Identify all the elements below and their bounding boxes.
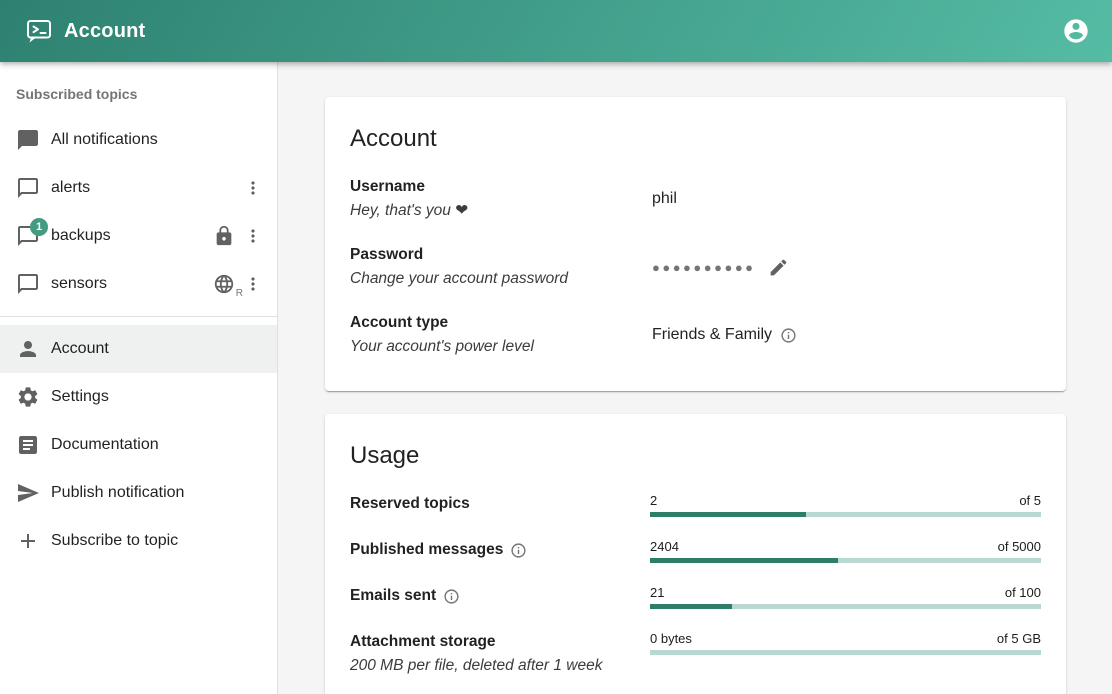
attachment-storage-subtitle: 200 MB per file, deleted after 1 week	[350, 654, 650, 678]
info-icon[interactable]	[443, 588, 460, 605]
edit-password-icon[interactable]	[768, 257, 789, 278]
username-row: Username Hey, that's you ❤ phil	[350, 175, 1041, 223]
account-type-subtitle: Your account's power level	[350, 335, 652, 359]
globe-read-only-icon: R	[213, 273, 235, 295]
emails-sent-value: 21	[650, 585, 664, 600]
sidebar-item-subscribe-to-topic[interactable]: Subscribe to topic	[0, 517, 277, 565]
app-window: Account Subscribed topics All notificati…	[0, 0, 1112, 694]
account-card-title: Account	[350, 125, 1041, 153]
topic-label: backups	[51, 227, 213, 245]
topic-label: alerts	[51, 179, 241, 197]
gear-icon	[16, 385, 40, 409]
sidebar: Subscribed topics All notifications aler…	[0, 62, 278, 694]
account-type-value: Friends & Family	[652, 326, 772, 344]
attachment-storage-value: 0 bytes	[650, 631, 692, 646]
topic-label: sensors	[51, 275, 213, 293]
sidebar-divider	[0, 316, 277, 317]
sidebar-item-documentation[interactable]: Documentation	[0, 421, 277, 469]
emails-sent-row: Emails sent 21 of 100	[350, 584, 1041, 609]
subscribed-topics-heading: Subscribed topics	[0, 86, 277, 102]
nav-label: Publish notification	[51, 484, 265, 502]
chat-bubble-filled-icon	[16, 128, 40, 152]
reserved-topics-row: Reserved topics 2 of 5	[350, 492, 1041, 517]
usage-card-title: Usage	[350, 442, 1041, 470]
sidebar-item-all-notifications[interactable]: All notifications	[0, 116, 277, 164]
main-content: Account Username Hey, that's you ❤ phil …	[278, 62, 1112, 694]
reserved-topics-value: 2	[650, 493, 657, 508]
attachment-storage-label: Attachment storage	[350, 630, 496, 654]
sidebar-item-account[interactable]: Account	[0, 325, 277, 373]
usage-card: Usage Reserved topics 2 of 5	[325, 414, 1066, 694]
info-icon[interactable]	[780, 327, 797, 344]
account-type-label: Account type	[350, 311, 652, 335]
progress-bar	[650, 650, 1041, 655]
chat-bubble-outline-icon	[16, 176, 40, 200]
unread-count-badge: 1	[30, 218, 48, 236]
main-nav: Account Settings Documentation	[0, 325, 277, 573]
published-messages-row: Published messages 2404 of 5000	[350, 538, 1041, 563]
topic-menu-icon[interactable]	[241, 224, 265, 248]
person-icon	[16, 337, 40, 361]
sidebar-item-alerts[interactable]: alerts	[0, 164, 277, 212]
info-icon[interactable]	[510, 542, 527, 559]
article-icon	[16, 433, 40, 457]
reserved-topics-label: Reserved topics	[350, 492, 470, 516]
password-row: Password Change your account password ●●…	[350, 243, 1041, 291]
topic-label: All notifications	[51, 131, 265, 149]
password-masked-value: ●●●●●●●●●●	[652, 260, 756, 275]
username-subtitle: Hey, that's you ❤	[350, 199, 652, 223]
topic-menu-icon[interactable]	[241, 176, 265, 200]
nav-label: Subscribe to topic	[51, 532, 265, 550]
sidebar-item-settings[interactable]: Settings	[0, 373, 277, 421]
ntfy-logo-icon	[25, 17, 53, 45]
progress-bar	[650, 604, 1041, 609]
nav-label: Account	[51, 340, 265, 358]
password-label: Password	[350, 243, 652, 267]
attachment-storage-limit: of 5 GB	[997, 631, 1041, 646]
progress-bar	[650, 558, 1041, 563]
published-messages-label: Published messages	[350, 538, 503, 562]
emails-sent-limit: of 100	[1005, 585, 1041, 600]
send-icon	[16, 481, 40, 505]
sidebar-item-sensors[interactable]: sensors R	[0, 260, 277, 308]
account-circle-icon[interactable]	[1062, 17, 1090, 45]
account-card: Account Username Hey, that's you ❤ phil …	[325, 97, 1066, 391]
topic-list: All notifications alerts	[0, 116, 277, 308]
sidebar-item-publish-notification[interactable]: Publish notification	[0, 469, 277, 517]
plus-icon	[16, 529, 40, 553]
username-label: Username	[350, 175, 652, 199]
nav-label: Documentation	[51, 436, 265, 454]
emails-sent-label: Emails sent	[350, 584, 436, 608]
read-access-suffix: R	[236, 288, 243, 299]
app-bar: Account	[0, 0, 1112, 62]
username-value: phil	[652, 190, 677, 208]
topic-menu-icon[interactable]	[241, 272, 265, 296]
account-type-row: Account type Your account's power level …	[350, 311, 1041, 359]
lock-icon	[213, 225, 235, 247]
reserved-topics-limit: of 5	[1019, 493, 1041, 508]
password-subtitle: Change your account password	[350, 267, 652, 291]
attachment-storage-row: Attachment storage 200 MB per file, dele…	[350, 630, 1041, 678]
nav-label: Settings	[51, 388, 265, 406]
page-title: Account	[64, 20, 145, 43]
sidebar-item-backups[interactable]: 1 backups	[0, 212, 277, 260]
chat-bubble-outline-icon	[16, 272, 40, 296]
progress-bar	[650, 512, 1041, 517]
published-messages-limit: of 5000	[998, 539, 1041, 554]
published-messages-value: 2404	[650, 539, 679, 554]
